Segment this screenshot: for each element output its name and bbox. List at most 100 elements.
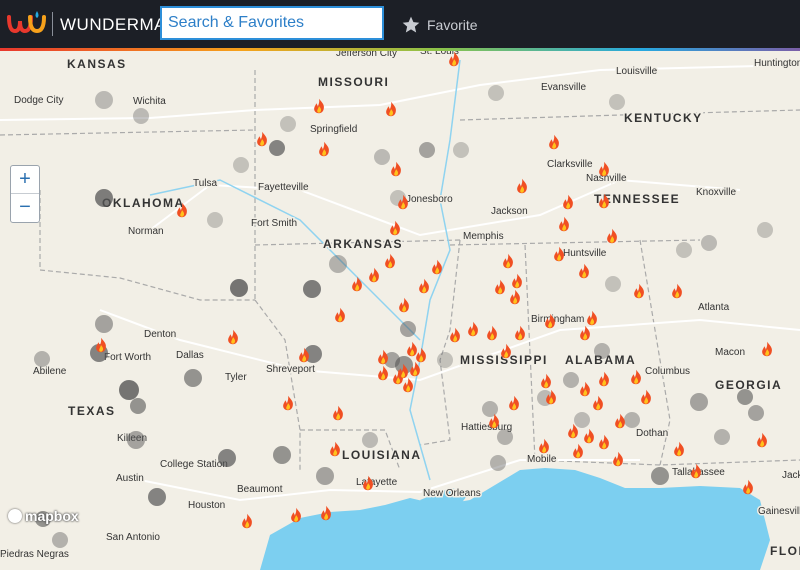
weather-station-dot[interactable] bbox=[453, 142, 469, 158]
weather-station-dot[interactable] bbox=[714, 429, 730, 445]
city-label: Atlanta bbox=[698, 302, 730, 313]
weather-station-dot[interactable] bbox=[95, 91, 113, 109]
city-label: Huntington bbox=[754, 58, 800, 69]
state-label: KANSAS bbox=[67, 57, 127, 71]
city-label: Austin bbox=[116, 473, 144, 484]
city-label: Jefferson City bbox=[336, 51, 397, 59]
favorite-button[interactable]: Favorite bbox=[401, 12, 478, 38]
weather-station-dot[interactable] bbox=[574, 412, 590, 428]
weather-station-dot[interactable] bbox=[497, 429, 513, 445]
weather-station-dot[interactable] bbox=[280, 116, 296, 132]
weather-station-dot[interactable] bbox=[316, 467, 334, 485]
city-label: Knoxville bbox=[696, 187, 736, 198]
weather-station-dot[interactable] bbox=[119, 380, 139, 400]
zoom-in-button[interactable]: + bbox=[11, 166, 39, 193]
city-label: Louisville bbox=[616, 66, 658, 77]
city-label: Fort Worth bbox=[104, 352, 151, 363]
city-label: St. Louis bbox=[420, 51, 459, 57]
weather-station-dot[interactable] bbox=[748, 405, 764, 421]
weather-station-dot[interactable] bbox=[273, 446, 291, 464]
city-label: Jackson bbox=[491, 206, 528, 217]
city-label: Tulsa bbox=[193, 178, 218, 189]
weather-station-dot[interactable] bbox=[133, 108, 149, 124]
zoom-out-button[interactable]: − bbox=[11, 193, 39, 221]
city-label: Jonesboro bbox=[406, 194, 453, 205]
weather-station-dot[interactable] bbox=[594, 343, 610, 359]
weather-station-dot[interactable] bbox=[437, 352, 453, 368]
favorite-label: Favorite bbox=[427, 17, 478, 33]
city-label: Jack bbox=[782, 470, 800, 481]
weather-station-dot[interactable] bbox=[419, 142, 435, 158]
weather-station-dot[interactable] bbox=[563, 372, 579, 388]
city-label: College Station bbox=[160, 459, 228, 470]
weather-station-dot[interactable] bbox=[303, 280, 321, 298]
weather-station-dot[interactable] bbox=[490, 455, 506, 471]
city-label: New Orleans bbox=[423, 488, 481, 499]
city-label: Abilene bbox=[33, 366, 67, 377]
weather-station-dot[interactable] bbox=[362, 432, 378, 448]
weather-station-dot[interactable] bbox=[95, 189, 113, 207]
state-label: OKLAHOMA bbox=[102, 196, 185, 210]
weather-station-dot[interactable] bbox=[701, 235, 717, 251]
weather-station-dot[interactable] bbox=[676, 242, 692, 258]
weather-station-dot[interactable] bbox=[329, 255, 347, 273]
city-label: Huntsville bbox=[563, 248, 607, 259]
city-label: Norman bbox=[128, 226, 164, 237]
weather-station-dot[interactable] bbox=[737, 389, 753, 405]
weather-station-dot[interactable] bbox=[690, 393, 708, 411]
weather-station-dot[interactable] bbox=[34, 351, 50, 367]
city-label: Mobile bbox=[527, 454, 557, 465]
mapbox-label: mapbox bbox=[25, 508, 79, 524]
weather-station-dot[interactable] bbox=[609, 94, 625, 110]
weather-station-dot[interactable] bbox=[148, 488, 166, 506]
mapbox-logo-icon bbox=[8, 509, 22, 523]
wu-logo-icon[interactable] bbox=[6, 9, 50, 39]
weather-station-dot[interactable] bbox=[130, 398, 146, 414]
weather-station-dot[interactable] bbox=[95, 315, 113, 333]
weather-station-dot[interactable] bbox=[233, 157, 249, 173]
weather-station-dot[interactable] bbox=[269, 140, 285, 156]
weather-station-dot[interactable] bbox=[605, 276, 621, 292]
city-label: Denton bbox=[144, 329, 176, 340]
weather-station-dot[interactable] bbox=[482, 401, 498, 417]
star-icon bbox=[402, 16, 420, 33]
weather-station-dot[interactable] bbox=[400, 321, 416, 337]
state-label: LOUISIANA bbox=[342, 448, 422, 462]
weather-station-dot[interactable] bbox=[230, 279, 248, 297]
city-label: Gainesvill bbox=[758, 506, 800, 517]
weather-station-dot[interactable] bbox=[488, 85, 504, 101]
city-label: Fayetteville bbox=[258, 182, 309, 193]
city-label: Wichita bbox=[133, 96, 166, 107]
city-label: Beaumont bbox=[237, 484, 283, 495]
city-label: Evansville bbox=[541, 82, 586, 93]
city-label: Lafayette bbox=[356, 477, 398, 488]
weather-station-dot[interactable] bbox=[218, 449, 236, 467]
city-label: Dodge City bbox=[14, 95, 63, 106]
city-label: San Antonio bbox=[106, 532, 160, 543]
search-input[interactable] bbox=[160, 6, 384, 40]
weather-station-dot[interactable] bbox=[624, 412, 640, 428]
city-label: Piedras Negras bbox=[0, 549, 69, 560]
city-label: Columbus bbox=[645, 366, 690, 377]
weather-station-dot[interactable] bbox=[52, 532, 68, 548]
brand-divider bbox=[52, 12, 53, 36]
state-label: KENTUCKY bbox=[624, 111, 703, 125]
map-canvas[interactable]: KANSASMISSOURIKENTUCKYOKLAHOMA TENNESSEEA… bbox=[0, 51, 800, 570]
weather-station-dot[interactable] bbox=[184, 369, 202, 387]
city-label: Fort Smith bbox=[251, 218, 297, 229]
weather-station-dot[interactable] bbox=[757, 222, 773, 238]
city-label: Houston bbox=[188, 500, 225, 511]
city-label: Springfield bbox=[310, 124, 357, 135]
weather-station-dot[interactable] bbox=[127, 431, 145, 449]
state-label: MISSOURI bbox=[318, 75, 389, 89]
city-label: Tyler bbox=[225, 372, 247, 383]
state-label: TEXAS bbox=[68, 404, 116, 418]
top-bar: WUNDERMAP Favorite bbox=[0, 0, 800, 48]
weather-station-dot[interactable] bbox=[651, 467, 669, 485]
mapbox-attribution[interactable]: mapbox bbox=[8, 507, 79, 525]
city-label: Clarksville bbox=[547, 159, 593, 170]
weather-station-dot[interactable] bbox=[374, 149, 390, 165]
city-label: Dothan bbox=[636, 428, 668, 439]
weather-station-dot[interactable] bbox=[207, 212, 223, 228]
zoom-control: + − bbox=[10, 165, 40, 223]
